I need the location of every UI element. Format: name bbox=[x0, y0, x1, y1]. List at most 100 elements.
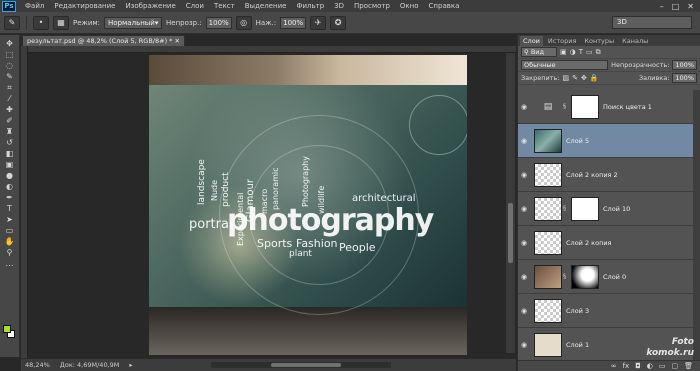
opacity-pressure-icon[interactable]: ◎ bbox=[235, 15, 252, 30]
layer-name[interactable]: Слой 2 копия 2 bbox=[566, 171, 618, 179]
opacity-input[interactable]: 100% bbox=[672, 60, 697, 70]
layer-name[interactable]: Слой 2 копия bbox=[566, 239, 611, 247]
menu-view[interactable]: Просмотр bbox=[349, 0, 395, 12]
status-arrow-icon[interactable]: ▸ bbox=[129, 361, 132, 369]
opacity-input[interactable]: 100% bbox=[205, 16, 232, 29]
layer-thumbnail[interactable] bbox=[534, 332, 562, 357]
history-brush-tool-icon[interactable]: ↺ bbox=[3, 138, 17, 148]
canvas-scrollbar-horizontal[interactable] bbox=[211, 362, 391, 368]
move-tool-icon[interactable]: ✥ bbox=[3, 39, 17, 49]
brush-size-icon[interactable]: • bbox=[33, 15, 49, 30]
zoom-level[interactable]: 48,24% bbox=[25, 361, 50, 369]
lock-move-icon[interactable]: ✥ bbox=[581, 74, 587, 82]
brush-tool-icon[interactable]: ✐ bbox=[3, 116, 17, 126]
quick-select-tool-icon[interactable]: ✎ bbox=[3, 72, 17, 82]
type-tool-icon[interactable]: T bbox=[3, 204, 17, 214]
layer-name[interactable]: Поиск цвета 1 bbox=[603, 103, 652, 111]
tab-paths[interactable]: Контуры bbox=[581, 36, 617, 46]
tab-channels[interactable]: Каналы bbox=[619, 36, 651, 46]
marquee-tool-icon[interactable]: ⬚ bbox=[3, 50, 17, 60]
fill-input[interactable]: 100% bbox=[672, 73, 697, 83]
more-tools-icon[interactable]: … bbox=[3, 259, 17, 269]
document-image[interactable]: photography portrai landscape Nude produ… bbox=[149, 55, 467, 355]
layer-row-selected[interactable]: ◉ Слой 5 bbox=[518, 124, 694, 158]
pressure-input[interactable]: 100% bbox=[280, 16, 307, 29]
layer-row[interactable]: ◉ § Слой 10 bbox=[518, 192, 694, 226]
lock-all-icon[interactable]: 🔒 bbox=[590, 74, 599, 82]
gradient-tool-icon[interactable]: ▣ bbox=[3, 160, 17, 170]
tab-history[interactable]: История bbox=[545, 36, 579, 46]
scrollbar-thumb[interactable] bbox=[508, 203, 513, 263]
shape-tool-icon[interactable]: ▭ bbox=[3, 226, 17, 236]
eye-icon[interactable]: ◉ bbox=[518, 273, 530, 281]
layer-mask-thumbnail[interactable] bbox=[571, 264, 599, 289]
lasso-tool-icon[interactable]: ◌ bbox=[3, 61, 17, 71]
stamp-tool-icon[interactable]: ♜ bbox=[3, 127, 17, 137]
dodge-tool-icon[interactable]: ◐ bbox=[3, 182, 17, 192]
eye-icon[interactable]: ◉ bbox=[518, 307, 530, 315]
layer-name[interactable]: Слой 10 bbox=[603, 205, 630, 213]
layer-row[interactable]: ◉ § Слой 0 bbox=[518, 260, 694, 294]
scrollbar-thumb[interactable] bbox=[271, 363, 341, 367]
minimize-icon[interactable]: – bbox=[660, 2, 664, 11]
filter-adjust-icon[interactable]: ◑ bbox=[570, 48, 576, 56]
menu-3d[interactable]: 3D bbox=[329, 0, 349, 12]
layer-name[interactable]: Слой 5 bbox=[566, 137, 589, 145]
layer-mask-thumbnail[interactable] bbox=[571, 196, 599, 221]
eye-icon[interactable]: ◉ bbox=[518, 239, 530, 247]
menu-select[interactable]: Выделение bbox=[240, 0, 292, 12]
layer-thumbnail[interactable] bbox=[534, 196, 562, 221]
size-pressure-icon[interactable]: ✪ bbox=[330, 15, 347, 30]
lock-transparent-icon[interactable]: ▨ bbox=[562, 74, 569, 82]
eye-icon[interactable]: ◉ bbox=[518, 171, 530, 179]
healing-tool-icon[interactable]: ✚ bbox=[3, 105, 17, 115]
maximize-icon[interactable]: □ bbox=[672, 2, 680, 11]
menu-help[interactable]: Справка bbox=[424, 0, 465, 12]
layer-row[interactable]: ◉ ▤ § Поиск цвета 1 bbox=[518, 90, 694, 124]
menu-filter[interactable]: Фильтр bbox=[291, 0, 329, 12]
layer-thumbnail[interactable] bbox=[534, 264, 562, 289]
layer-style-icon[interactable]: fx bbox=[623, 362, 630, 370]
layer-mask-thumbnail[interactable] bbox=[571, 94, 599, 119]
filter-shape-icon[interactable]: ▭ bbox=[586, 48, 593, 56]
layer-name[interactable]: Слой 0 bbox=[603, 273, 626, 281]
brush-panel-icon[interactable]: ▦ bbox=[53, 15, 69, 30]
menu-edit[interactable]: Редактирование bbox=[49, 0, 120, 12]
lock-brush-icon[interactable]: ✎ bbox=[572, 74, 578, 82]
eye-icon[interactable]: ◉ bbox=[518, 137, 530, 145]
layer-filter-select[interactable]: ⚲ Вид bbox=[521, 47, 557, 57]
blur-tool-icon[interactable]: ● bbox=[3, 171, 17, 181]
close-tab-icon[interactable]: ✕ bbox=[175, 37, 180, 45]
mode-select[interactable]: Нормальный ▾ bbox=[104, 16, 163, 29]
layer-thumbnail[interactable] bbox=[534, 162, 562, 187]
filter-type-icon[interactable]: T bbox=[579, 48, 583, 56]
layer-row[interactable]: ◉ Слой 3 bbox=[518, 294, 694, 328]
tab-layers[interactable]: Слои bbox=[520, 36, 543, 46]
link-layers-icon[interactable]: ∞ bbox=[611, 362, 617, 370]
workspace-select[interactable]: 3D bbox=[612, 16, 692, 29]
layer-thumbnail[interactable] bbox=[534, 298, 562, 323]
layer-thumbnail[interactable] bbox=[534, 128, 562, 153]
canvas-scrollbar-vertical[interactable] bbox=[506, 53, 515, 353]
layer-row[interactable]: ◉ Слой 2 копия bbox=[518, 226, 694, 260]
filter-smart-icon[interactable]: ⧉ bbox=[596, 48, 601, 57]
menu-file[interactable]: Файл bbox=[20, 0, 49, 12]
foreground-color-swatch[interactable] bbox=[3, 325, 11, 333]
eraser-tool-icon[interactable]: ◧ bbox=[3, 149, 17, 159]
crop-tool-icon[interactable]: ⌗ bbox=[3, 83, 17, 93]
eye-icon[interactable]: ◉ bbox=[518, 341, 530, 349]
filter-pixel-icon[interactable]: ▣ bbox=[560, 48, 567, 56]
layers-scrollbar[interactable] bbox=[693, 90, 700, 360]
layer-name[interactable]: Слой 1 bbox=[566, 341, 589, 349]
blend-mode-select[interactable]: Обычные bbox=[521, 60, 609, 70]
eyedropper-tool-icon[interactable]: ⁄ bbox=[3, 94, 17, 104]
menu-image[interactable]: Изображение bbox=[120, 0, 180, 12]
zoom-tool-icon[interactable]: ⚲ bbox=[3, 248, 17, 258]
eye-icon[interactable]: ◉ bbox=[518, 103, 530, 111]
eye-icon[interactable]: ◉ bbox=[518, 205, 530, 213]
brush-preset-icon[interactable]: ✎ bbox=[4, 15, 20, 30]
document-info[interactable]: Док: 4,69M/40,9M bbox=[60, 361, 120, 369]
menu-layers[interactable]: Слои bbox=[181, 0, 209, 12]
pen-tool-icon[interactable]: ✒ bbox=[3, 193, 17, 203]
hand-tool-icon[interactable]: ✋ bbox=[3, 237, 17, 247]
